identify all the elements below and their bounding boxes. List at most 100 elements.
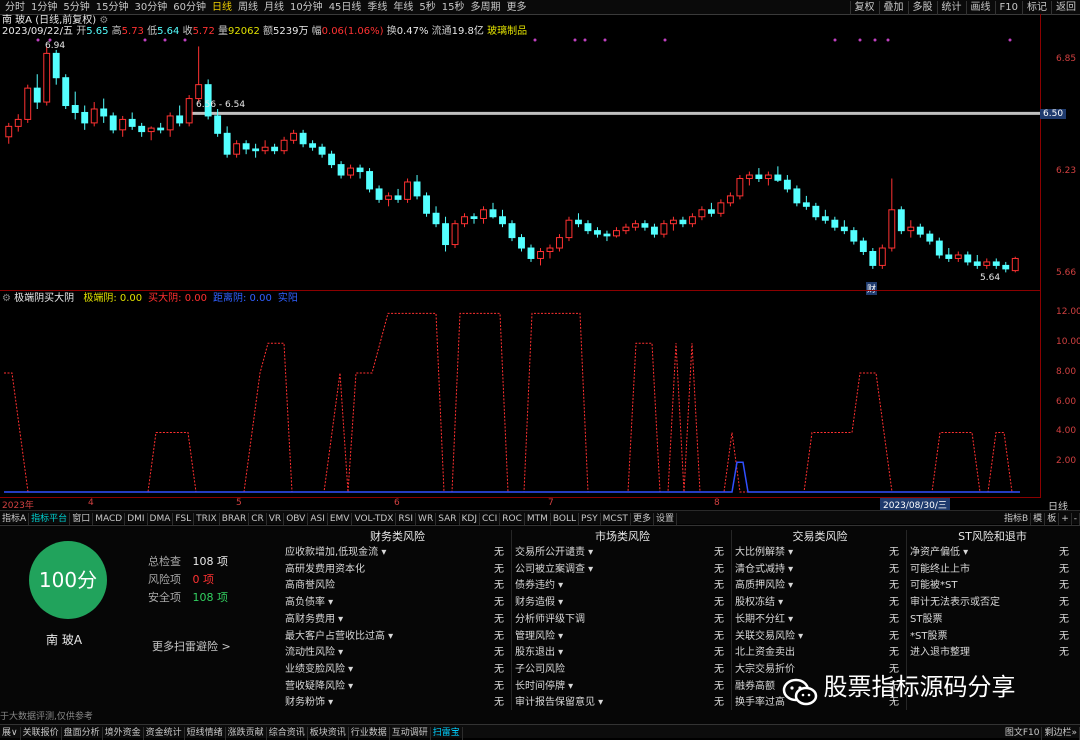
- date-axis-label: 8: [714, 498, 720, 508]
- period-tab[interactable]: 日线: [209, 1, 235, 15]
- bottom-tab[interactable]: 扫雷宝: [431, 727, 463, 740]
- bottom-tab[interactable]: 盘面分析: [62, 727, 103, 740]
- risk-item-row[interactable]: 最大客户占营收比过高 ▾ 无: [285, 629, 510, 646]
- risk-item-row[interactable]: 应收款增加,低现金流 ▾ 无: [285, 545, 510, 562]
- period-tab[interactable]: 5秒: [416, 1, 438, 15]
- settings-icon[interactable]: ⚙: [99, 15, 108, 26]
- bottom-tab[interactable]: 互动调研: [390, 727, 431, 740]
- candlestick-chart[interactable]: [0, 36, 1040, 288]
- period-tab[interactable]: 多周期: [468, 1, 504, 15]
- toolbar-button[interactable]: 复权: [849, 1, 879, 15]
- risk-item-row[interactable]: 公司被立案调查 ▾ 无: [515, 562, 730, 579]
- toolbar-button[interactable]: 叠加: [878, 1, 908, 15]
- risk-item-row[interactable]: 流动性风险 ▾ 无: [285, 645, 510, 662]
- risk-item-row[interactable]: 进入退市整理 无: [910, 645, 1075, 662]
- risk-item-row[interactable]: 可能被*ST 无: [910, 578, 1075, 595]
- toolbar-button[interactable]: 统计: [936, 1, 966, 15]
- risk-item-row[interactable]: 债券违约 ▾ 无: [515, 578, 730, 595]
- period-tab[interactable]: 10分钟: [287, 1, 326, 15]
- bottom-tab[interactable]: 资金统计: [144, 727, 185, 740]
- risk-item-row[interactable]: 净资产偏低 ▾ 无: [910, 545, 1075, 562]
- risk-item-row[interactable]: 审计无法表示或否定 无: [910, 595, 1075, 612]
- period-tab[interactable]: 5分钟: [60, 1, 92, 15]
- candle-body: [233, 143, 241, 155]
- bottom-tab[interactable]: 板块资讯: [308, 727, 349, 740]
- risk-item-row[interactable]: 高商誉风险 无: [285, 578, 510, 595]
- risk-item-row[interactable]: ST股票 无: [910, 612, 1075, 629]
- candle-body: [195, 84, 203, 100]
- risk-item-row[interactable]: 长时间停牌 ▾ 无: [515, 679, 730, 696]
- toolbar-button[interactable]: 标记: [1022, 1, 1051, 15]
- period-tab[interactable]: 月线: [261, 1, 287, 15]
- period-tab[interactable]: 周线: [235, 1, 261, 15]
- candle-body: [698, 209, 706, 218]
- risk-item-row[interactable]: 长期不分红 ▾ 无: [735, 612, 905, 629]
- risk-item-row[interactable]: 可能终止上市 无: [910, 562, 1075, 579]
- period-tab[interactable]: 30分钟: [131, 1, 170, 15]
- risk-item-row[interactable]: 清仓式减持 ▾ 无: [735, 562, 905, 579]
- candle-body: [1011, 257, 1019, 272]
- bottom-tab[interactable]: 涨跌贡献: [226, 727, 267, 740]
- risk-item-row[interactable]: 营收疑降风险 ▾ 无: [285, 679, 510, 696]
- bottom-tab[interactable]: 展∨: [0, 727, 21, 740]
- risk-item-row[interactable]: *ST股票 无: [910, 629, 1075, 646]
- signal-dot: [603, 38, 607, 42]
- indicator-chart[interactable]: [0, 302, 1040, 496]
- bottom-tab[interactable]: 境外资金: [103, 727, 144, 740]
- risk-item-label: 应收款增加,低现金流 ▾: [285, 547, 387, 558]
- period-tab[interactable]: 15分钟: [93, 1, 132, 15]
- bottom-tab[interactable]: 短线情绪: [185, 727, 226, 740]
- period-tab[interactable]: 季线: [364, 1, 390, 15]
- risk-item-row[interactable]: 高财务费用 ▾ 无: [285, 612, 510, 629]
- risk-item-row[interactable]: 财务造假 ▾ 无: [515, 595, 730, 612]
- risk-item-value: 无: [714, 663, 724, 675]
- candle-body: [650, 226, 658, 235]
- candle-body: [404, 181, 411, 200]
- period-tab[interactable]: 1分钟: [28, 1, 60, 15]
- toolbar-button[interactable]: 返回: [1051, 1, 1080, 15]
- bottom-tab[interactable]: 行业数据: [349, 727, 390, 740]
- risk-item-row[interactable]: 关联交易风险 ▾ 无: [735, 629, 905, 646]
- period-tab[interactable]: 更多: [504, 1, 530, 15]
- risk-item-row[interactable]: 审计报告保留意见 ▾ 无: [515, 695, 730, 712]
- finance-report-marker[interactable]: 财: [866, 282, 878, 295]
- risk-item-row[interactable]: 高研发费用资本化 无: [285, 562, 510, 579]
- risk-item-row[interactable]: 子公司风险 无: [515, 662, 730, 679]
- candle-body: [499, 216, 506, 225]
- toolbar-button[interactable]: 画线: [965, 1, 995, 15]
- risk-item-value: 无: [889, 630, 899, 642]
- risk-item-row[interactable]: 北上资金卖出 无: [735, 645, 905, 662]
- candle-body: [745, 174, 753, 180]
- period-tab[interactable]: 45日线: [326, 1, 365, 15]
- bottom-tab-right[interactable]: 剩边栏»: [1042, 727, 1080, 740]
- period-tab[interactable]: 60分钟: [170, 1, 209, 15]
- risk-item-row[interactable]: 股东退出 ▾ 无: [515, 645, 730, 662]
- period-tab[interactable]: 分时: [2, 1, 28, 15]
- risk-item-row[interactable]: 业绩变脸风险 ▾ 无: [285, 662, 510, 679]
- signal-dot: [163, 38, 167, 42]
- risk-item-row[interactable]: 大比例解禁 ▾ 无: [735, 545, 905, 562]
- risk-item-label: 北上资金卖出: [735, 647, 795, 659]
- risk-item-row[interactable]: 分析师评级下调 无: [515, 612, 730, 629]
- risk-item-label: 高负债率 ▾: [285, 597, 334, 609]
- toolbar-button[interactable]: 多股: [907, 1, 937, 15]
- risk-item-row[interactable]: 高负债率 ▾ 无: [285, 595, 510, 612]
- period-tab[interactable]: 15秒: [439, 1, 468, 15]
- period-tab[interactable]: 年线: [390, 1, 416, 15]
- bottom-tab-right[interactable]: 图文F10: [1003, 727, 1043, 740]
- risk-item-row[interactable]: 管理风险 ▾ 无: [515, 629, 730, 646]
- bottom-tab[interactable]: 关联报价: [21, 727, 62, 740]
- bottom-tab[interactable]: 综合资讯: [267, 727, 308, 740]
- risk-item-row[interactable]: 交易所公开谴责 ▾ 无: [515, 545, 730, 562]
- risk-item-label: 股权冻结 ▾: [735, 597, 784, 609]
- risk-item-row[interactable]: 财务粉饰 ▾ 无: [285, 695, 510, 712]
- toolbar-button[interactable]: F10: [994, 1, 1022, 15]
- risk-item-row[interactable]: 高质押风险 ▾ 无: [735, 578, 905, 595]
- candle-body: [356, 167, 364, 173]
- risk-item-value: 无: [889, 613, 899, 625]
- more-scan-link[interactable]: 更多扫雷避险 >: [152, 638, 231, 654]
- risk-item-label: 审计报告保留意见 ▾: [515, 697, 604, 709]
- candle-body: [679, 219, 687, 225]
- candle-body: [859, 240, 867, 253]
- risk-item-row[interactable]: 股权冻结 ▾ 无: [735, 595, 905, 612]
